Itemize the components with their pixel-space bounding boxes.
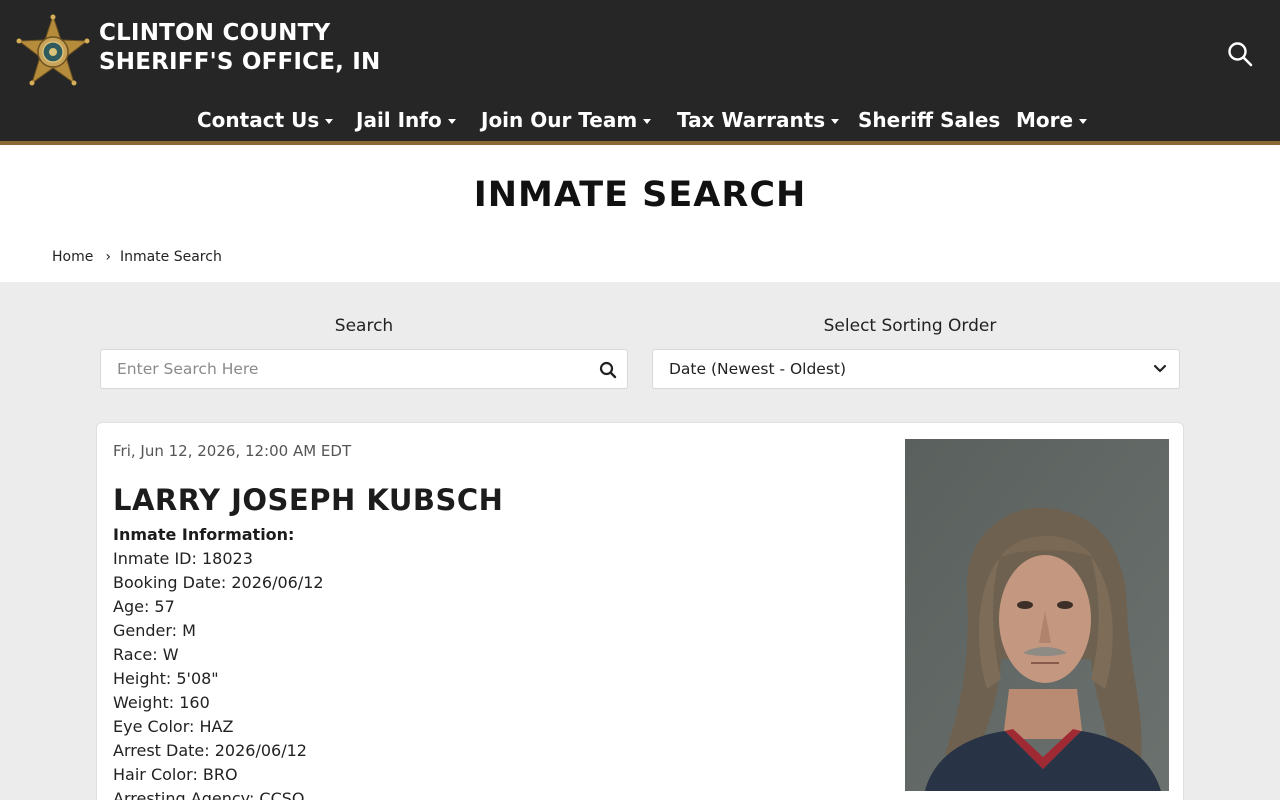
inmate-name[interactable]: LARRY JOSEPH KUBSCH [113, 483, 503, 517]
nav-item-tax-warrants[interactable]: Tax Warrants [677, 104, 840, 136]
site-header: CLINTON COUNTY SHERIFF'S OFFICE, IN Cont… [0, 0, 1280, 141]
arresting-agency: Arresting Agency: CCSO [113, 789, 305, 800]
main-nav: Contact Us Jail Info Join Our Team Tax W… [0, 104, 1280, 136]
search-icon[interactable] [1226, 40, 1254, 68]
mugshot-photo[interactable] [905, 439, 1169, 791]
page-title: INMATE SEARCH [473, 175, 807, 215]
nav-item-label: Tax Warrants [677, 108, 826, 132]
age: Age: 57 [113, 597, 175, 616]
caret-down-icon [1079, 119, 1088, 124]
breadcrumb: Home › Inmate Search [52, 249, 222, 265]
inmate-info-list: Inmate ID: 18023 Booking Date: 2026/06/1… [113, 547, 324, 800]
site-title[interactable]: CLINTON COUNTY SHERIFF'S OFFICE, IN [99, 19, 381, 77]
race: Race: W [113, 645, 179, 664]
caret-down-icon [325, 119, 334, 124]
sheriff-star-badge-icon[interactable] [14, 14, 92, 88]
sort-label: Select Sorting Order [823, 316, 997, 336]
search-label: Search [334, 316, 394, 336]
nav-item-label: Sheriff Sales [858, 108, 1001, 132]
inmate-info-heading: Inmate Information: [113, 525, 295, 544]
height: Height: 5'08" [113, 669, 219, 688]
sort-order-select[interactable]: Date (Newest - Oldest) [652, 349, 1180, 389]
nav-item-jail-info[interactable]: Jail Info [356, 104, 456, 136]
nav-item-label: More [1016, 108, 1074, 132]
sort-selected-value: Date (Newest - Oldest) [669, 360, 847, 378]
arrest-date: Arrest Date: 2026/06/12 [113, 741, 307, 760]
search-input[interactable]: Enter Search Here [100, 349, 628, 389]
chevron-down-icon [1153, 364, 1167, 373]
site-title-line-1: CLINTON COUNTY [99, 20, 331, 46]
weight: Weight: 160 [113, 693, 210, 712]
search-icon[interactable] [599, 361, 617, 379]
nav-item-sheriff-sales[interactable]: Sheriff Sales [858, 104, 1000, 136]
breadcrumb-current: Inmate Search [119, 249, 222, 265]
booking-date: Booking Date: 2026/06/12 [113, 573, 324, 592]
site-title-line-2: SHERIFF'S OFFICE, IN [99, 49, 381, 75]
caret-down-icon [643, 119, 652, 124]
caret-down-icon [831, 119, 840, 124]
breadcrumb-home-link[interactable]: Home [52, 249, 93, 265]
page-title-band: INMATE SEARCH Home › Inmate Search [0, 145, 1280, 282]
nav-item-contact-us[interactable]: Contact Us [197, 104, 334, 136]
nav-item-label: Jail Info [356, 108, 442, 132]
nav-item-join-our-team[interactable]: Join Our Team [481, 104, 652, 136]
booking-timestamp: Fri, Jun 12, 2026, 12:00 AM EDT [113, 442, 352, 460]
eye-color: Eye Color: HAZ [113, 717, 234, 736]
inmate-id: Inmate ID: 18023 [113, 549, 253, 568]
gender: Gender: M [113, 621, 196, 640]
hair-color: Hair Color: BRO [113, 765, 238, 784]
nav-item-label: Contact Us [197, 108, 320, 132]
search-input-placeholder: Enter Search Here [117, 360, 259, 378]
inmate-card[interactable]: Fri, Jun 12, 2026, 12:00 AM EDT LARRY JO… [96, 422, 1184, 800]
nav-item-more[interactable]: More [1016, 104, 1088, 136]
breadcrumb-separator-icon: › [105, 249, 111, 265]
caret-down-icon [447, 119, 456, 124]
nav-item-label: Join Our Team [481, 108, 638, 132]
